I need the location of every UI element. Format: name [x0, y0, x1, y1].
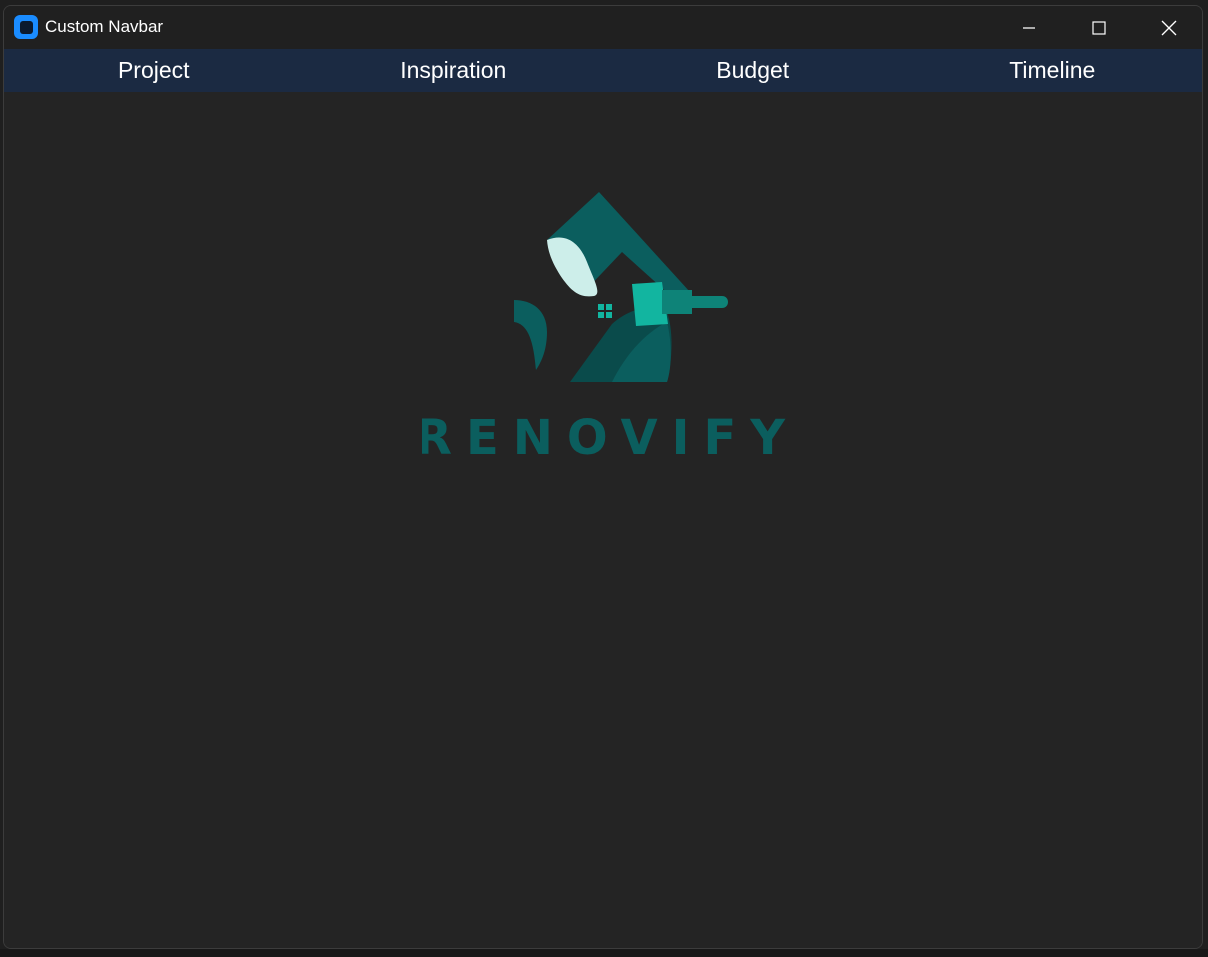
nav-item-inspiration[interactable]: Inspiration — [304, 49, 604, 92]
window-title: Custom Navbar — [45, 17, 164, 36]
title-bar[interactable]: Custom Navbar — [4, 6, 1202, 49]
backdrop-status-bar — [0, 949, 1208, 957]
renovify-logo: RENOVIFY — [422, 192, 792, 466]
minimize-icon — [1023, 26, 1035, 29]
nav-item-timeline[interactable]: Timeline — [903, 49, 1203, 92]
nav-item-project[interactable]: Project — [4, 49, 304, 92]
maximize-button[interactable] — [1064, 6, 1134, 49]
close-icon — [1161, 20, 1177, 35]
close-button[interactable] — [1134, 6, 1202, 49]
main-content: RENOVIFY — [4, 92, 1202, 948]
maximize-icon — [1092, 20, 1106, 35]
app-window: Custom Navbar Project Inspiration Budget… — [3, 5, 1203, 949]
nav-item-budget[interactable]: Budget — [603, 49, 903, 92]
app-icon — [14, 15, 38, 39]
logo-wordmark: RENOVIFY — [422, 410, 792, 466]
minimize-button[interactable] — [994, 6, 1064, 49]
main-navbar: Project Inspiration Budget Timeline — [4, 49, 1202, 92]
